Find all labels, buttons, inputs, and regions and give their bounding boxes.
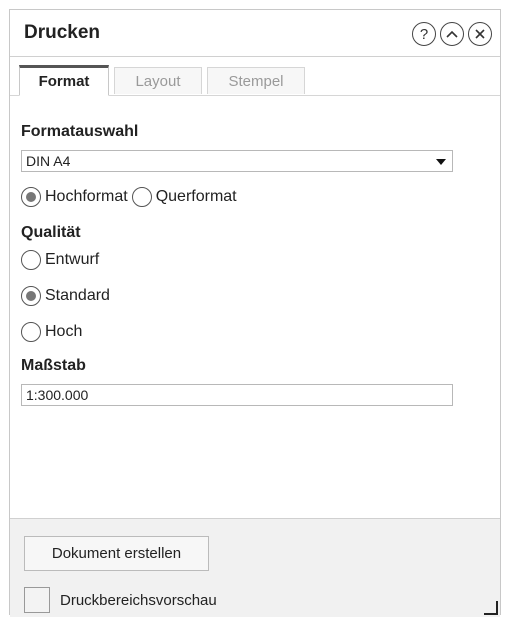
radio-standard[interactable] <box>21 286 41 306</box>
collapse-icon[interactable] <box>440 22 464 46</box>
orientation-group: Hochformat Querformat <box>21 187 241 207</box>
quality-entwurf-row: Entwurf <box>21 250 103 270</box>
quality-standard-row: Standard <box>21 286 114 306</box>
help-icon[interactable]: ? <box>412 22 436 46</box>
preview-checkbox-label[interactable]: Druckbereichsvorschau <box>60 592 217 609</box>
radio-hochformat[interactable] <box>21 187 41 207</box>
dialog-title: Drucken <box>24 22 101 43</box>
radio-hoch-label[interactable]: Hoch <box>45 323 82 341</box>
radio-entwurf-label[interactable]: Entwurf <box>45 251 99 269</box>
title-bar: Drucken ? <box>10 10 500 56</box>
format-select[interactable]: DIN A4 <box>21 150 453 172</box>
radio-querformat-label[interactable]: Querformat <box>156 188 237 206</box>
radio-hochformat-label[interactable]: Hochformat <box>45 188 128 206</box>
radio-querformat[interactable] <box>131 187 152 207</box>
radio-hoch[interactable] <box>21 322 41 342</box>
tab-bar: Format Layout Stempel <box>10 65 500 96</box>
scale-label: Maßstab <box>21 357 86 374</box>
dropdown-arrow-icon[interactable] <box>436 159 446 165</box>
close-icon[interactable] <box>468 22 492 46</box>
format-select-value: DIN A4 <box>26 153 71 169</box>
resize-handle-icon[interactable] <box>484 601 498 615</box>
create-document-button[interactable]: Dokument erstellen <box>24 536 209 571</box>
radio-entwurf[interactable] <box>21 250 41 270</box>
preview-row: Druckbereichsvorschau <box>24 587 217 613</box>
scale-input[interactable]: 1:300.000 <box>21 384 453 406</box>
tab-stempel[interactable]: Stempel <box>207 67 305 94</box>
title-actions: ? <box>412 22 492 46</box>
radio-selected-dot <box>26 192 36 202</box>
preview-checkbox[interactable] <box>24 587 50 613</box>
dialog-body: Format Layout Stempel Formatauswahl DIN … <box>10 56 500 519</box>
tab-layout[interactable]: Layout <box>114 67 202 94</box>
quality-label: Qualität <box>21 224 81 241</box>
radio-standard-label[interactable]: Standard <box>45 287 110 305</box>
radio-selected-dot <box>26 291 36 301</box>
quality-hoch-row: Hoch <box>21 322 86 342</box>
format-label: Formatauswahl <box>21 123 139 140</box>
tab-format[interactable]: Format <box>19 65 109 96</box>
dialog-footer: Dokument erstellen Druckbereichsvorschau <box>10 518 500 617</box>
print-dialog: Drucken ? Format Layout Stempel Formatau… <box>9 9 501 617</box>
